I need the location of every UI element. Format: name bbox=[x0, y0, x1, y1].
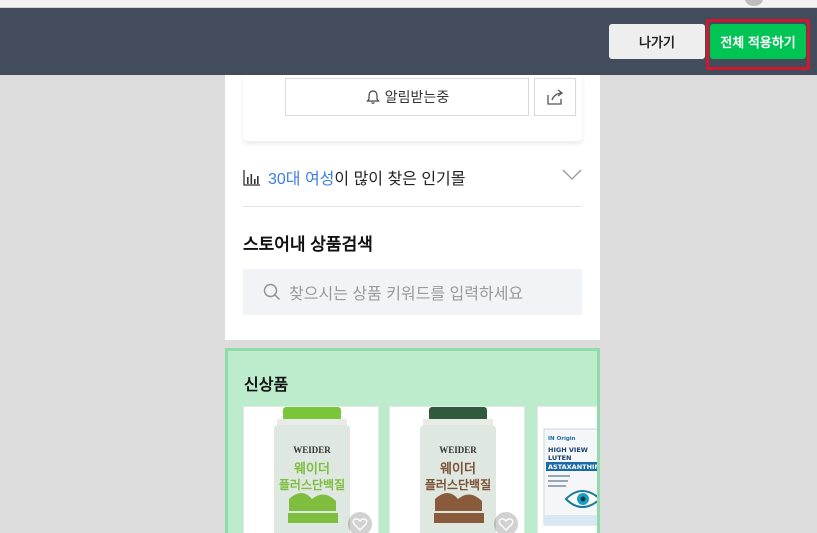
product-card[interactable]: IN Origin HIGH VIEW LUTEN ASTAXANTHIN bbox=[537, 406, 599, 533]
popular-ranking-text: 30대 여성이 많이 찾은 인기몰 bbox=[268, 165, 466, 189]
page-background bbox=[600, 75, 817, 533]
search-placeholder: 찾으시는 상품 키워드를 입력하세요 bbox=[289, 286, 524, 303]
store-search-title: 스토어내 상품검색 bbox=[243, 235, 373, 254]
product-card[interactable]: WEIDER 웨이더 플러스단백질 bbox=[389, 406, 525, 533]
bar-chart-icon bbox=[243, 170, 260, 186]
popular-suffix: 이 많이 찾은 인기몰 bbox=[334, 171, 466, 188]
product-brand: IN Origin bbox=[548, 436, 576, 442]
exit-button[interactable]: 나가기 bbox=[609, 24, 705, 59]
chevron-down-icon[interactable] bbox=[562, 169, 582, 181]
browser-top-strip bbox=[0, 0, 817, 8]
editor-toolbar: 나가기 전체 적용하기 bbox=[0, 8, 817, 75]
notification-label: 알림받는중 bbox=[384, 89, 450, 105]
product-name-line2: 플러스단백질 bbox=[425, 477, 491, 492]
product-name-line2: 플러스단백질 bbox=[279, 477, 345, 492]
store-search-input[interactable]: 찾으시는 상품 키워드를 입력하세요 bbox=[243, 269, 582, 315]
product-brand: WEIDER bbox=[293, 445, 331, 455]
notification-button[interactable]: 알림받는중 bbox=[285, 78, 529, 116]
product-brand: WEIDER bbox=[439, 445, 477, 455]
heart-icon[interactable] bbox=[493, 511, 519, 533]
new-products-title: 신상품 bbox=[244, 377, 289, 394]
product-name-line3: ASTAXANTHIN bbox=[548, 463, 599, 471]
apply-all-button[interactable]: 전체 적용하기 bbox=[710, 24, 806, 59]
browser-profile-icon[interactable] bbox=[745, 0, 763, 6]
product-card[interactable]: WEIDER 웨이더 플러스단백질 bbox=[243, 406, 379, 533]
product-image: IN Origin HIGH VIEW LUTEN ASTAXANTHIN bbox=[543, 428, 599, 526]
store-profile-card: 알림받는중 bbox=[243, 75, 582, 141]
product-name-line1: 웨이더 bbox=[440, 461, 476, 477]
product-name-line2: LUTEN bbox=[548, 454, 572, 462]
share-icon bbox=[547, 89, 564, 105]
product-name-line1: 웨이더 bbox=[294, 461, 330, 477]
share-button[interactable] bbox=[534, 78, 576, 116]
search-icon bbox=[263, 283, 280, 300]
popular-ranking-row[interactable]: 30대 여성이 많이 찾은 인기몰 bbox=[243, 161, 582, 207]
store-panel: 알림받는중 30대 여성이 많이 찾은 인기몰 스토어내 상품검색 찾으시는 상… bbox=[225, 75, 600, 340]
product-name-line1: HIGH VIEW bbox=[548, 446, 588, 454]
new-products-section[interactable]: 신상품 WEIDER 웨이더 플러스단백질 WEIDER 웨이더 플러스단백질 bbox=[225, 348, 600, 533]
heart-icon[interactable] bbox=[347, 511, 373, 533]
bell-icon bbox=[366, 90, 380, 104]
popular-age-gender: 30대 여성 bbox=[268, 171, 335, 188]
